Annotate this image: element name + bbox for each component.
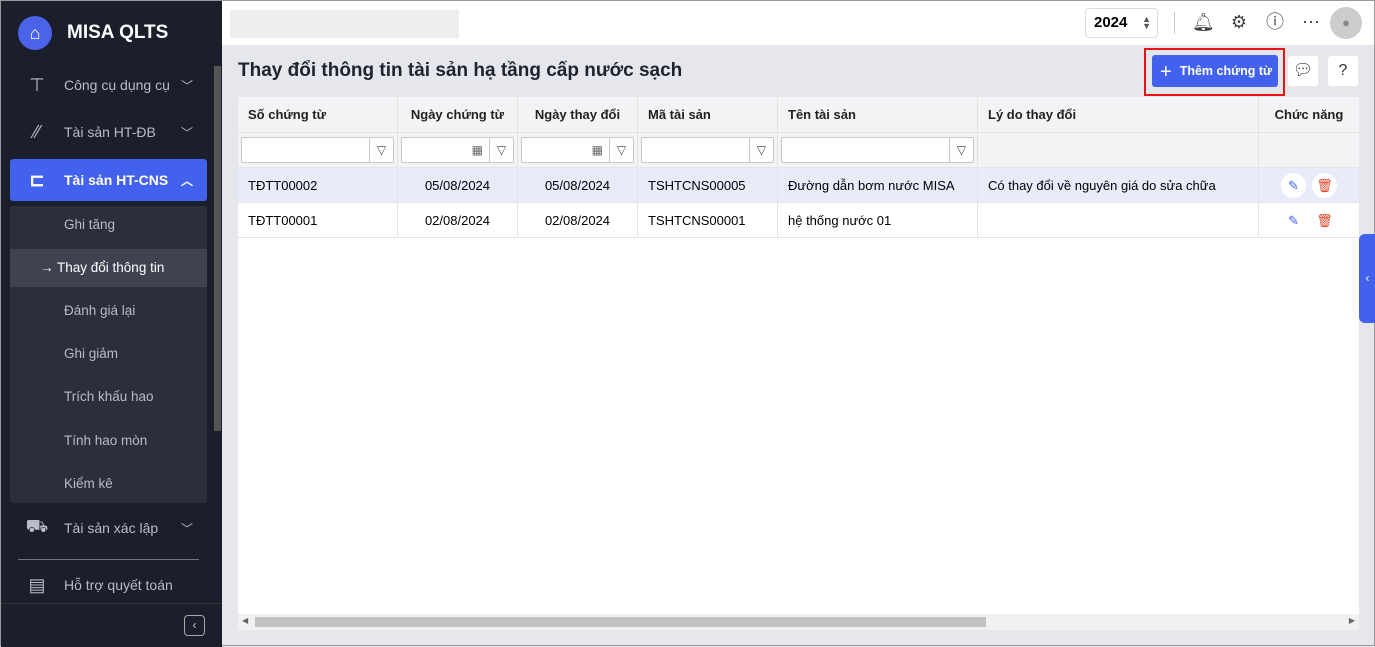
filter-row: ▽ ▦ ▽ ▦ ▽ ▽ ▽ [238,133,1359,168]
cell: TĐTT00002 [238,168,398,202]
filter-icon[interactable]: ▽ [749,138,773,162]
comment-button[interactable]: 💬︎ [1288,56,1318,86]
date-filter-input[interactable]: ▦ ▽ [401,137,514,163]
submenu-danh-gia-lai[interactable]: Đánh giá lại [10,292,207,330]
sidebar-item-ht-db[interactable]: ⁄⁄ Tài sản HT-ĐB ﹀ [10,111,207,153]
header-chuc-nang: Chức năng [1274,107,1344,122]
filter-input[interactable]: ▽ [241,137,394,163]
sidebar-scrollbar[interactable] [214,66,221,431]
chevron-down-icon: ﹀ [180,125,193,140]
header-ngay-chung-tu[interactable]: Ngày chứng từ [398,97,518,132]
scrollbar-thumb[interactable] [255,617,986,627]
clipboard-icon: ▤ [28,574,46,595]
chevron-down-icon: ﹀ [180,78,193,93]
header-ly-do[interactable]: Lý do thay đổi [978,97,1259,132]
filter-icon[interactable]: ▽ [949,138,973,162]
more-icon[interactable]: ⋯ [1300,11,1322,33]
label: Hỗ trợ quyết toán [64,577,173,593]
arrow-right-icon: → [40,260,58,275]
avatar[interactable]: ● [1330,7,1362,39]
road-icon: ⁄⁄ [33,121,40,142]
cell: 05/08/2024 [518,168,638,202]
cell: TĐTT00001 [238,203,398,237]
year-value: 2024 [1094,14,1128,31]
submenu-ghi-tang[interactable]: Ghi tăng [10,206,207,244]
filter-icon[interactable]: ▽ [489,138,513,162]
logo-icon: ⌂ [18,16,52,50]
sidebar-item-xac-lap[interactable]: ⛟ Tài sản xác lập ﹀ [10,507,207,549]
cell: TSHTCNS00001 [638,203,778,237]
submenu-thay-doi-thong-tin[interactable]: → Thay đổi thông tin [10,249,207,287]
cell: 05/08/2024 [398,168,518,202]
filter-icon[interactable]: ▽ [369,138,393,162]
submenu-kiem-ke[interactable]: Kiểm kê [10,465,207,503]
data-table: Số chứng từ Ngày chứng từ Ngày thay đổi … [238,97,1359,630]
paint-roller-icon: ⊤ [29,74,45,95]
label: Công cụ dụng cụ [64,77,170,93]
header-so-chung-tu[interactable]: Số chứng từ [238,97,398,132]
bell-icon[interactable]: 🔔︎ [1192,11,1215,33]
edit-icon[interactable]: ✎ [1281,172,1306,198]
topbar: 2024 ▲ ▼ 🔔︎ ⚙ ⓘ ⋯ ● [222,1,1374,45]
expand-panel-button[interactable]: ‹ [1359,234,1375,323]
sidebar-item-ho-tro[interactable]: ▤ Hỗ trợ quyết toán [10,564,207,606]
header-ngay-thay-doi[interactable]: Ngày thay đổi [518,97,638,132]
filter-input[interactable]: ▽ [641,137,774,163]
divider [1174,12,1175,34]
water-pipe-icon: ⊏ [29,169,45,190]
submenu-ghi-giam[interactable]: Ghi giảm [10,335,207,373]
table-header: Số chứng từ Ngày chứng từ Ngày thay đổi … [238,97,1359,133]
add-voucher-button[interactable]: + Thêm chứng từ [1152,55,1278,87]
cell: Có thay đổi về nguyên giá do sửa chữa [978,168,1259,202]
filter-icon[interactable]: ▽ [609,138,633,162]
submenu-tinh-hao-mon[interactable]: Tính hao mòn [10,422,207,460]
cell: hệ thống nước 01 [778,203,978,237]
car-house-icon: ⛟ [25,516,49,536]
year-select[interactable]: 2024 ▲ ▼ [1085,8,1158,38]
chevron-down-icon: ﹀ [180,521,193,536]
horizontal-scrollbar[interactable]: ◀ ▶ [238,614,1359,630]
cell [978,203,1259,237]
chevron-up-icon: ︿ [180,173,193,188]
blurred-field [230,10,459,38]
date-filter-input[interactable]: ▦ ▽ [521,137,634,163]
header-ma-tai-san[interactable]: Mã tài sản [638,97,778,132]
delete-icon[interactable]: 🗑︎ [1312,172,1337,198]
sidebar-item-cong-cu[interactable]: ⊤ Công cụ dụng cụ ﹀ [10,64,207,106]
label: Thêm chứng từ [1179,64,1273,78]
calendar-icon[interactable]: ▦ [472,138,483,162]
header-ten-tai-san[interactable]: Tên tài sản [778,97,978,132]
edit-icon[interactable]: ✎ [1281,208,1306,233]
label: Thay đổi thông tin [57,260,165,275]
sidebar: ⌂ MISA QLTS ⊤ Công cụ dụng cụ ﹀ ⁄⁄ Tài sản … [1,1,222,647]
cell: Đường dẫn bơm nước MISA [778,168,978,202]
help-button[interactable]: ? [1328,56,1358,86]
collapse-sidebar-button[interactable]: ‹ [184,615,205,636]
help-icon[interactable]: ⓘ [1264,11,1286,33]
calendar-icon[interactable]: ▦ [592,138,603,162]
page-title: Thay đổi thông tin tài sản hạ tầng cấp n… [238,60,683,81]
cell: 02/08/2024 [398,203,518,237]
spinner-icon: ▲ ▼ [1142,14,1151,31]
table-row[interactable]: TĐTT00002 05/08/2024 05/08/2024 TSHTCNS0… [238,168,1359,203]
sidebar-item-ht-cns[interactable]: ⊏ Tài sản HT-CNS ︿ [10,159,207,201]
cell: TSHTCNS00005 [638,168,778,202]
divider [18,559,199,560]
submenu: Ghi tăng → Thay đổi thông tin Đánh giá l… [10,206,207,503]
gear-icon[interactable]: ⚙ [1228,11,1250,33]
cell: 02/08/2024 [518,203,638,237]
label: Tài sản HT-ĐB [64,124,156,140]
filter-input[interactable]: ▽ [781,137,974,163]
label: Tài sản HT-CNS [64,172,169,188]
table-row[interactable]: TĐTT00001 02/08/2024 02/08/2024 TSHTCNS0… [238,203,1359,238]
app-name: MISA QLTS [67,22,169,43]
plus-icon: + [1160,60,1172,83]
submenu-trich-khau-hao[interactable]: Trích khấu hao [10,378,207,416]
label: Tài sản xác lập [64,520,159,536]
delete-icon[interactable]: 🗑︎ [1312,208,1337,233]
